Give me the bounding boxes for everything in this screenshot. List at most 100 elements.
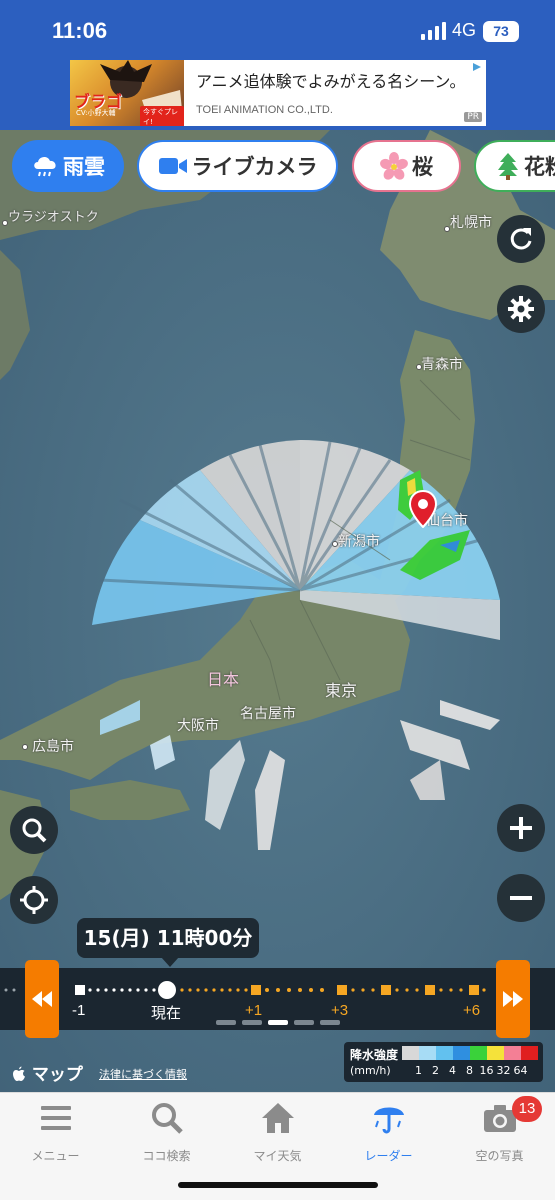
minus-icon bbox=[510, 896, 532, 900]
rewind-icon bbox=[32, 991, 52, 1007]
current-time-tooltip: 15(月) 11時00分 bbox=[77, 918, 259, 967]
map-attribution-text: マップ bbox=[31, 1065, 83, 1085]
chip-label: 桜 bbox=[412, 155, 433, 179]
precipitation-legend: 降水強度 (mm/h) 1 2 4 8 16 32 64 bbox=[344, 1042, 543, 1082]
location-pin-icon[interactable] bbox=[409, 490, 437, 528]
refresh-button[interactable] bbox=[497, 215, 545, 263]
chip-label: 花粉 bbox=[524, 155, 555, 179]
map-label-sapporo: 札幌市 bbox=[450, 215, 492, 231]
tab-label: ココ検索 bbox=[142, 1149, 191, 1163]
chip-sakura[interactable]: 桜 bbox=[352, 140, 461, 192]
timeline-label-now: 現在 bbox=[151, 1005, 182, 1022]
legend-swatch bbox=[436, 1046, 453, 1060]
legend-value: 2 bbox=[432, 1064, 439, 1077]
city-dot bbox=[416, 364, 422, 370]
chip-label: ライブカメラ bbox=[191, 155, 318, 179]
ad-banner[interactable]: ブラゴ CV:小野大輔 今すぐプレイ! アニメ追体験でよみがえる名シーン。 TO… bbox=[70, 60, 486, 126]
ad-sponsor: TOEI ANIMATION CO.,LTD. bbox=[196, 104, 333, 116]
page-dot[interactable] bbox=[216, 1020, 236, 1025]
timeline-forward-button[interactable] bbox=[496, 960, 530, 1038]
city-dot bbox=[22, 744, 28, 750]
search-map-button[interactable] bbox=[10, 806, 58, 854]
legend-value: 64 bbox=[513, 1064, 528, 1077]
map-label-japan: 日本 bbox=[207, 670, 240, 689]
legend-swatch bbox=[453, 1046, 470, 1060]
legend-swatch bbox=[521, 1046, 538, 1060]
zoom-out-button[interactable] bbox=[497, 874, 545, 922]
refresh-icon bbox=[510, 228, 532, 250]
map-label-niigata: 新潟市 bbox=[338, 534, 380, 550]
city-dot bbox=[444, 226, 450, 232]
page-dot[interactable] bbox=[320, 1020, 340, 1025]
tab-my-weather[interactable]: マイ天気 bbox=[222, 1101, 333, 1163]
umbrella-radar-icon bbox=[374, 1107, 404, 1134]
tab-koko-search[interactable]: ココ検索 bbox=[111, 1101, 222, 1163]
legend-value: 4 bbox=[449, 1064, 456, 1077]
adchoices-icon[interactable] bbox=[472, 62, 482, 72]
plus-icon bbox=[510, 817, 532, 839]
legend-swatch bbox=[470, 1046, 487, 1060]
tab-label: マイ天気 bbox=[253, 1149, 302, 1163]
map-label-aomori: 青森市 bbox=[421, 357, 463, 373]
city-dot bbox=[332, 541, 338, 547]
legend-value: 16 bbox=[479, 1064, 494, 1077]
map-label-vladivostok: ウラジオストク bbox=[8, 210, 99, 225]
legend-unit: (mm/h) bbox=[350, 1064, 391, 1077]
rain-cloud-icon bbox=[34, 156, 56, 177]
chip-pollen[interactable]: 花粉 bbox=[474, 140, 555, 192]
page-dot-active[interactable] bbox=[268, 1020, 288, 1025]
chip-live-camera[interactable]: ライブカメラ bbox=[137, 140, 338, 192]
current-location-button[interactable] bbox=[10, 876, 58, 924]
timeline-rewind-button[interactable] bbox=[25, 960, 59, 1038]
page-dot[interactable] bbox=[242, 1020, 262, 1025]
legend-swatch bbox=[504, 1046, 521, 1060]
ad-area: ブラゴ CV:小野大輔 今すぐプレイ! アニメ追体験でよみがえる名シーン。 TO… bbox=[0, 60, 555, 130]
map-label-nagoya: 名古屋市 bbox=[240, 706, 296, 722]
legend-value: 8 bbox=[466, 1064, 473, 1077]
page-dot[interactable] bbox=[294, 1020, 314, 1025]
ad-thumb-play: 今すぐプレイ! bbox=[140, 106, 184, 126]
tab-radar[interactable]: レーダー bbox=[333, 1101, 444, 1163]
signal-icon bbox=[421, 22, 446, 40]
fast-forward-icon bbox=[503, 991, 523, 1007]
tab-menu[interactable]: メニュー bbox=[0, 1101, 111, 1163]
search-icon bbox=[22, 818, 47, 843]
map-label-hiroshima: 広島市 bbox=[32, 739, 74, 755]
settings-button[interactable] bbox=[497, 285, 545, 333]
map-label-osaka: 大阪市 bbox=[177, 718, 219, 734]
map-attribution: マップ bbox=[12, 1060, 83, 1085]
ad-pr-badge: PR bbox=[464, 112, 482, 122]
layer-chips: 雨雲 ライブカメラ 桜 花 bbox=[0, 140, 555, 196]
tab-label: レーダー bbox=[364, 1149, 413, 1163]
legend-value: 32 bbox=[496, 1064, 511, 1077]
ad-thumb-caption: CV:小野大輔 bbox=[76, 109, 116, 117]
home-icon bbox=[262, 1103, 294, 1133]
menu-icon bbox=[41, 1106, 71, 1130]
radar-screen: 11:06 4G 73 ブラゴ CV:小野大輔 今すぐプレイ! アニメ追体験でよ… bbox=[0, 0, 555, 1200]
timeline-label-plus1: +1 bbox=[245, 1002, 263, 1019]
tab-label: メニュー bbox=[31, 1149, 80, 1163]
timeline-label-plus6: +6 bbox=[463, 1002, 481, 1019]
ad-headline: アニメ追体験でよみがえる名シーン。 bbox=[196, 72, 466, 91]
status-bar: 11:06 4G 73 bbox=[0, 0, 555, 60]
home-indicator bbox=[178, 1182, 378, 1188]
legend-title: 降水強度 bbox=[350, 1048, 399, 1062]
status-time: 11:06 bbox=[52, 18, 108, 43]
legend-swatch bbox=[419, 1046, 436, 1060]
video-camera-icon bbox=[158, 158, 187, 174]
battery-indicator: 73 bbox=[483, 21, 519, 42]
tree-icon bbox=[498, 153, 518, 180]
legend-swatch bbox=[487, 1046, 504, 1060]
legal-info-link[interactable]: 法律に基づく情報 bbox=[99, 1066, 187, 1082]
timeline-label-minus1: -1 bbox=[72, 1002, 86, 1019]
legend-swatch bbox=[402, 1046, 419, 1060]
tab-label: 空の写真 bbox=[475, 1149, 524, 1163]
gear-icon bbox=[508, 296, 534, 322]
sakura-icon bbox=[380, 152, 408, 180]
legend-value: 1 bbox=[415, 1064, 422, 1077]
notification-badge: 13 bbox=[512, 1096, 542, 1122]
zoom-in-button[interactable] bbox=[497, 804, 545, 852]
timeline-label-plus3: +3 bbox=[331, 1002, 349, 1019]
ad-thumbnail: ブラゴ CV:小野大輔 今すぐプレイ! bbox=[70, 60, 184, 126]
chip-rain-cloud[interactable]: 雨雲 bbox=[12, 140, 124, 192]
